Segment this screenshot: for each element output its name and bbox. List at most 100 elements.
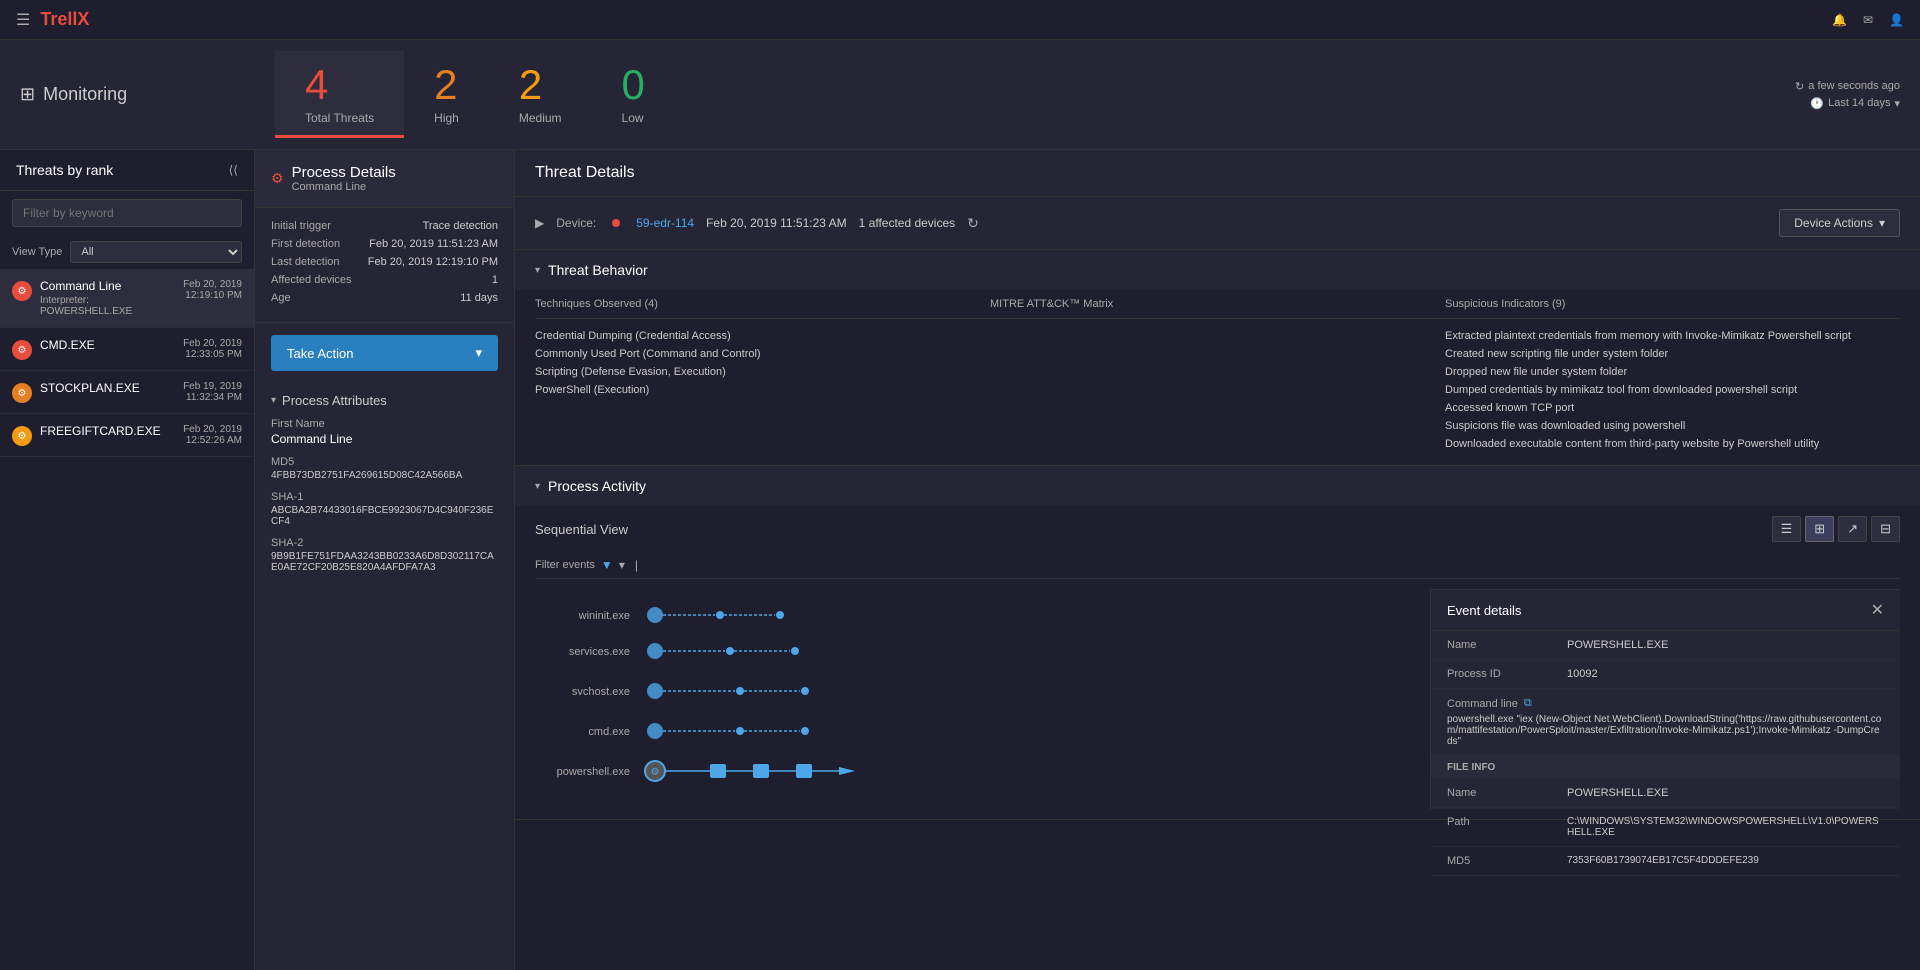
filter-input[interactable] xyxy=(12,199,242,227)
main-layout: Threats by rank ⟨⟨ View Type All ⚙ Comma… xyxy=(0,150,1920,970)
hamburger-icon[interactable]: ☰ xyxy=(16,10,30,30)
view-icons: ☰ ⊞ ↗ ⊟ xyxy=(1772,516,1900,542)
chevron-down-icon: ▾ xyxy=(1894,97,1900,110)
nav-icons: 🔔 ✉ 👤 xyxy=(1832,13,1904,27)
suspicious-item: Dumped credentials by mimikatz tool from… xyxy=(1445,381,1900,399)
filter-icon[interactable]: ▼ xyxy=(601,558,613,572)
technique-item: Commonly Used Port (Command and Control) xyxy=(535,345,990,363)
process-details-header: ⚙ Process Details Command Line xyxy=(255,150,514,208)
file-info-section-title: File info xyxy=(1431,756,1900,779)
device-actions-button[interactable]: Device Actions ▾ xyxy=(1779,209,1900,237)
device-name[interactable]: 59-edr-114 xyxy=(636,216,694,230)
threat-list: ⚙ Command Line Interpreter: POWERSHELL.E… xyxy=(0,269,254,970)
refresh-icon[interactable]: ↻ xyxy=(1795,80,1804,93)
chevron-down-icon: ▾ xyxy=(271,395,276,406)
notifications-icon[interactable]: 🔔 xyxy=(1832,13,1847,27)
threat-severity-icon: ⚙ xyxy=(12,340,32,360)
threat-item-commandline[interactable]: ⚙ Command Line Interpreter: POWERSHELL.E… xyxy=(0,269,254,328)
monitoring-icon: ⊞ xyxy=(20,84,35,105)
process-activity-header[interactable]: ▾ Process Activity xyxy=(515,466,1920,506)
threat-stats: 4 Total Threats 2 High 2 Medium 0 Low xyxy=(275,51,675,138)
process-details-title: Process Details xyxy=(292,164,396,181)
file-info-row-md5: MD5 7353F60B1739074EB17C5F4DDDEFE239 xyxy=(1431,847,1900,876)
list-view-button[interactable]: ☰ xyxy=(1772,516,1802,542)
process-graph-area: wininit.exe services.exe xyxy=(535,589,1900,809)
device-status-dot xyxy=(612,219,620,227)
file-info-row-path: Path C:\WINDOWS\SYSTEM32\WINDOWSPOWERSHE… xyxy=(1431,808,1900,847)
chevron-down-icon: ▾ xyxy=(1879,216,1885,230)
process-info-row: Last detection Feb 20, 2019 12:19:10 PM xyxy=(271,256,498,268)
content-area: ▾ Threat Behavior Techniques Observed (4… xyxy=(515,250,1920,970)
stat-high[interactable]: 2 High xyxy=(404,51,489,138)
threat-severity-icon: ⚙ xyxy=(12,281,32,301)
threat-item-cmd[interactable]: ⚙ CMD.EXE Feb 20, 201912:33:05 PM xyxy=(0,328,254,371)
filter-expand-icon[interactable]: ▾ xyxy=(619,558,625,572)
chevron-down-icon: ▾ xyxy=(475,345,482,361)
stat-total-threats[interactable]: 4 Total Threats xyxy=(275,51,404,138)
svg-text:⚙: ⚙ xyxy=(651,767,660,778)
device-expand-button[interactable]: ▶ xyxy=(535,216,544,230)
suspicious-item: Suspicions file was downloaded using pow… xyxy=(1445,417,1900,435)
view-type-select[interactable]: All xyxy=(70,241,242,263)
refresh-time: ↻ a few seconds ago xyxy=(1795,80,1900,93)
file-info-row-name: Name POWERSHELL.EXE xyxy=(1431,779,1900,808)
header-right: ↻ a few seconds ago 🕐 Last 14 days ▾ xyxy=(1795,80,1900,110)
suspicious-item: Downloaded executable content from third… xyxy=(1445,435,1900,453)
event-details-close-button[interactable]: ✕ xyxy=(1871,600,1884,620)
process-info-row: Age 11 days xyxy=(271,292,498,304)
process-details-subtitle: Command Line xyxy=(292,181,396,193)
svg-text:wininit.exe: wininit.exe xyxy=(578,610,630,622)
suspicious-item: Dropped new file under system folder xyxy=(1445,363,1900,381)
technique-item: Credential Dumping (Credential Access) xyxy=(535,327,990,345)
filter-events-row: Filter events ▼ ▾ | xyxy=(535,552,1900,579)
left-sidebar: Threats by rank ⟨⟨ View Type All ⚙ Comma… xyxy=(0,150,255,970)
chevron-down-icon: ▾ xyxy=(535,481,540,492)
stat-medium[interactable]: 2 Medium xyxy=(489,51,592,138)
chevron-down-icon: ▾ xyxy=(535,265,540,276)
view-type-row: View Type All xyxy=(0,235,254,269)
event-details-title: Event details xyxy=(1447,603,1521,618)
process-gear-icon: ⚙ xyxy=(271,170,284,187)
process-info-row: Initial trigger Trace detection xyxy=(271,220,498,232)
threat-severity-icon: ⚙ xyxy=(12,383,32,403)
chart-view-button[interactable]: ↗ xyxy=(1838,516,1867,542)
svg-text:svchost.exe: svchost.exe xyxy=(572,686,630,698)
threat-item-stockplan[interactable]: ⚙ STOCKPLAN.EXE Feb 19, 201911:32:34 PM xyxy=(0,371,254,414)
process-graph-svg: wininit.exe services.exe xyxy=(535,589,1115,799)
process-attributes-section: ▾ Process Attributes First Name Command … xyxy=(255,383,514,595)
process-activity-section: ▾ Process Activity Sequential View ☰ ⊞ ↗… xyxy=(515,466,1920,820)
threat-behavior-header[interactable]: ▾ Threat Behavior xyxy=(515,250,1920,290)
svg-text:services.exe: services.exe xyxy=(569,646,630,658)
event-detail-row-name: Name POWERSHELL.EXE xyxy=(1431,631,1900,660)
grid-view-button[interactable]: ⊞ xyxy=(1805,516,1834,542)
header-bar: ⊞ Monitoring 4 Total Threats 2 High 2 Me… xyxy=(0,40,1920,150)
messages-icon[interactable]: ✉ xyxy=(1863,13,1873,27)
copy-icon[interactable]: ⧉ xyxy=(1524,697,1532,710)
device-row: ▶ Device: 59-edr-114 Feb 20, 2019 11:51:… xyxy=(515,197,1920,250)
last-days[interactable]: 🕐 Last 14 days ▾ xyxy=(1810,97,1900,110)
take-action-button[interactable]: Take Action ▾ xyxy=(271,335,498,371)
monitoring-label: ⊞ Monitoring xyxy=(20,84,275,105)
table-view-button[interactable]: ⊟ xyxy=(1871,516,1900,542)
threat-item-freegiftcard[interactable]: ⚙ FREEGIFTCARD.EXE Feb 20, 201912:52:26 … xyxy=(0,414,254,457)
middle-panel: ⚙ Process Details Command Line Initial t… xyxy=(255,150,515,970)
device-refresh-icon[interactable]: ↻ xyxy=(967,215,979,232)
process-info-row: First detection Feb 20, 2019 11:51:23 AM xyxy=(271,238,498,250)
threat-details-header: Threat Details xyxy=(515,150,1920,197)
suspicious-item: Extracted plaintext credentials from mem… xyxy=(1445,327,1900,345)
suspicious-item: Created new scripting file under system … xyxy=(1445,345,1900,363)
threat-behavior-section: ▾ Threat Behavior Techniques Observed (4… xyxy=(515,250,1920,466)
sidebar-header: Threats by rank ⟨⟨ xyxy=(0,150,254,191)
technique-item: PowerShell (Execution) xyxy=(535,381,990,399)
clock-icon: 🕐 xyxy=(1810,97,1824,110)
top-nav: ☰ TrellX 🔔 ✉ 👤 xyxy=(0,0,1920,40)
stat-low[interactable]: 0 Low xyxy=(592,51,675,138)
threat-behavior-grid: Techniques Observed (4) Credential Dumpi… xyxy=(515,290,1920,465)
process-attributes-header[interactable]: ▾ Process Attributes xyxy=(271,383,498,418)
sequential-view-header: Sequential View ☰ ⊞ ↗ ⊟ xyxy=(535,516,1900,542)
technique-item: Scripting (Defense Evasion, Execution) xyxy=(535,363,990,381)
sidebar-collapse-button[interactable]: ⟨⟨ xyxy=(229,163,238,177)
svg-text:powershell.exe: powershell.exe xyxy=(557,766,630,778)
user-icon[interactable]: 👤 xyxy=(1889,13,1904,27)
event-detail-cmdline: Command line ⧉ powershell.exe "iex (New-… xyxy=(1431,689,1900,756)
